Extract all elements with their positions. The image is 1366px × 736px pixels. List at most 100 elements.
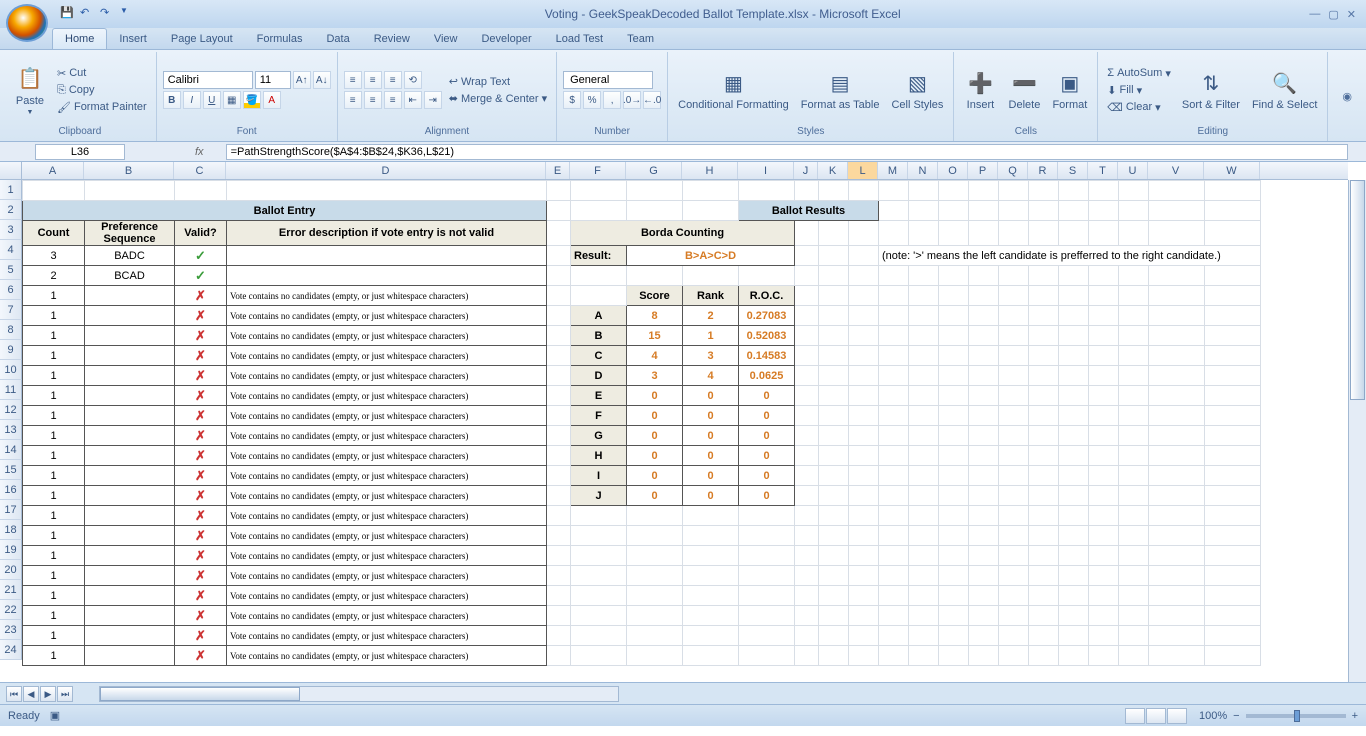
clear-button[interactable]: ⌫ Clear ▾ [1104, 100, 1174, 115]
vertical-scrollbar[interactable] [1348, 180, 1366, 682]
border-button[interactable]: ▦ [223, 91, 241, 109]
col-header-U[interactable]: U [1118, 162, 1148, 179]
col-header-B[interactable]: B [84, 162, 174, 179]
office-button[interactable] [6, 4, 48, 42]
col-header-C[interactable]: C [174, 162, 226, 179]
orientation-button[interactable]: ⟲ [404, 71, 422, 89]
col-header-D[interactable]: D [226, 162, 546, 179]
format-painter-button[interactable]: 🖌Format Painter [54, 100, 150, 115]
col-header-K[interactable]: K [818, 162, 848, 179]
merge-center-button[interactable]: ⬌Merge & Center ▾ [446, 91, 550, 106]
paste-button[interactable]: 📋Paste▼ [10, 63, 50, 118]
sort-filter-button[interactable]: ⇅Sort & Filter [1178, 67, 1244, 113]
row-header-4[interactable]: 4 [0, 240, 22, 260]
row-header-18[interactable]: 18 [0, 520, 22, 540]
underline-button[interactable]: U [203, 91, 221, 109]
row-header-13[interactable]: 13 [0, 420, 22, 440]
row-header-3[interactable]: 3 [0, 220, 22, 240]
col-header-E[interactable]: E [546, 162, 570, 179]
col-header-P[interactable]: P [968, 162, 998, 179]
bold-button[interactable]: B [163, 91, 181, 109]
ribbon-tab-team[interactable]: Team [615, 29, 666, 49]
percent-button[interactable]: % [583, 91, 601, 109]
ribbon-tab-view[interactable]: View [422, 29, 470, 49]
horizontal-scrollbar[interactable] [99, 686, 619, 702]
next-sheet-button[interactable]: ▶ [40, 686, 56, 702]
ribbon-tab-developer[interactable]: Developer [469, 29, 543, 49]
macro-record-icon[interactable]: ▣ [50, 709, 60, 722]
col-header-Q[interactable]: Q [998, 162, 1028, 179]
font-color-button[interactable]: A [263, 91, 281, 109]
align-left-button[interactable]: ≡ [344, 91, 362, 109]
decrease-font-button[interactable]: A↓ [313, 71, 331, 89]
col-header-F[interactable]: F [570, 162, 626, 179]
col-header-S[interactable]: S [1058, 162, 1088, 179]
row-header-1[interactable]: 1 [0, 180, 22, 200]
delete-cells-button[interactable]: ➖Delete [1004, 67, 1044, 113]
col-header-R[interactable]: R [1028, 162, 1058, 179]
col-header-W[interactable]: W [1204, 162, 1260, 179]
row-header-14[interactable]: 14 [0, 440, 22, 460]
ribbon-tab-home[interactable]: Home [52, 28, 107, 49]
row-header-10[interactable]: 10 [0, 360, 22, 380]
row-header-11[interactable]: 11 [0, 380, 22, 400]
row-header-24[interactable]: 24 [0, 640, 22, 660]
page-break-view-button[interactable] [1167, 708, 1187, 724]
prev-sheet-button[interactable]: ◀ [23, 686, 39, 702]
currency-button[interactable]: $ [563, 91, 581, 109]
increase-font-button[interactable]: A↑ [293, 71, 311, 89]
ribbon-tab-insert[interactable]: Insert [107, 29, 159, 49]
font-name-combo[interactable] [163, 71, 253, 89]
row-header-23[interactable]: 23 [0, 620, 22, 640]
save-icon[interactable]: 💾 [60, 6, 76, 22]
find-select-button[interactable]: 🔍Find & Select [1248, 67, 1321, 113]
fill-color-button[interactable]: 🪣 [243, 91, 261, 109]
cell-styles-button[interactable]: ▧Cell Styles [887, 67, 947, 113]
align-bottom-button[interactable]: ≡ [384, 71, 402, 89]
zoom-level[interactable]: 100% [1199, 710, 1227, 722]
col-header-V[interactable]: V [1148, 162, 1204, 179]
col-header-M[interactable]: M [878, 162, 908, 179]
row-header-8[interactable]: 8 [0, 320, 22, 340]
format-as-table-button[interactable]: ▤Format as Table [797, 67, 884, 113]
restore-button[interactable]: ▢ [1328, 8, 1338, 21]
page-layout-view-button[interactable] [1146, 708, 1166, 724]
col-header-L[interactable]: L [848, 162, 878, 179]
ribbon-tab-formulas[interactable]: Formulas [245, 29, 315, 49]
zoom-in-button[interactable]: + [1352, 710, 1358, 722]
number-format-combo[interactable] [563, 71, 653, 89]
zoom-slider[interactable] [1246, 714, 1346, 718]
row-header-7[interactable]: 7 [0, 300, 22, 320]
row-header-20[interactable]: 20 [0, 560, 22, 580]
font-size-combo[interactable] [255, 71, 291, 89]
cut-button[interactable]: ✂Cut [54, 66, 150, 81]
increase-decimal-button[interactable]: .0→ [623, 91, 641, 109]
row-header-2[interactable]: 2 [0, 200, 22, 220]
col-header-I[interactable]: I [738, 162, 794, 179]
align-middle-button[interactable]: ≡ [364, 71, 382, 89]
formula-input[interactable] [226, 144, 1348, 160]
row-header-5[interactable]: 5 [0, 260, 22, 280]
name-box[interactable] [35, 144, 125, 160]
row-header-15[interactable]: 15 [0, 460, 22, 480]
col-header-A[interactable]: A [22, 162, 84, 179]
row-header-9[interactable]: 9 [0, 340, 22, 360]
col-header-J[interactable]: J [794, 162, 818, 179]
align-top-button[interactable]: ≡ [344, 71, 362, 89]
redo-icon[interactable]: ↷ [100, 6, 116, 22]
row-header-12[interactable]: 12 [0, 400, 22, 420]
ribbon-tab-data[interactable]: Data [314, 29, 361, 49]
align-right-button[interactable]: ≡ [384, 91, 402, 109]
last-sheet-button[interactable]: ⏭ [57, 686, 73, 702]
italic-button[interactable]: I [183, 91, 201, 109]
help-icon[interactable]: ◉ [1342, 90, 1352, 103]
decrease-decimal-button[interactable]: ←.0 [643, 91, 661, 109]
select-all-corner[interactable] [0, 162, 22, 179]
col-header-O[interactable]: O [938, 162, 968, 179]
normal-view-button[interactable] [1125, 708, 1145, 724]
col-header-H[interactable]: H [682, 162, 738, 179]
col-header-T[interactable]: T [1088, 162, 1118, 179]
first-sheet-button[interactable]: ⏮ [6, 686, 22, 702]
comma-button[interactable]: , [603, 91, 621, 109]
row-header-22[interactable]: 22 [0, 600, 22, 620]
